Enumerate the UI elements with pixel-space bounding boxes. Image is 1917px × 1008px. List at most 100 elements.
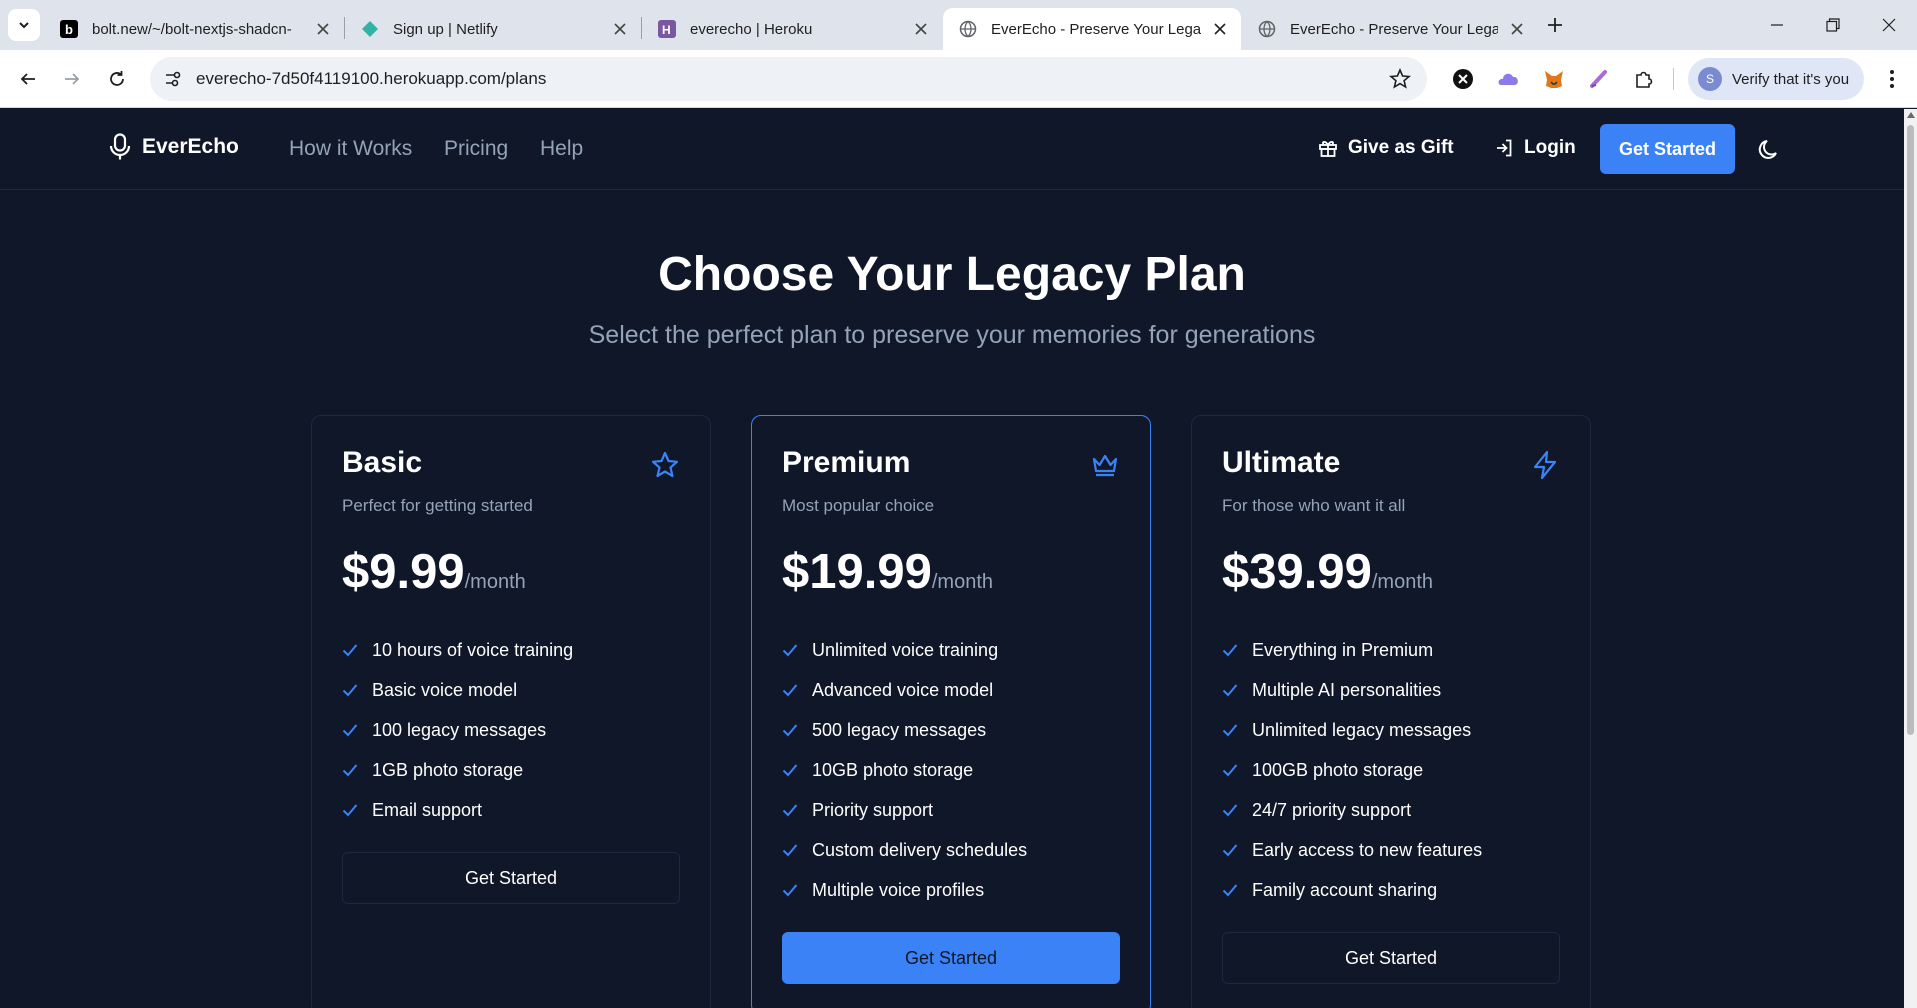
address-bar[interactable]: everecho-7d50f4119100.herokuapp.com/plan… (150, 57, 1427, 101)
nav-how-it-works[interactable]: How it Works (289, 137, 412, 161)
feature-list: Everything in Premium Multiple AI person… (1222, 630, 1482, 910)
back-button[interactable] (12, 63, 44, 95)
header-get-started-button[interactable]: Get Started (1600, 124, 1735, 174)
tab-title: EverEcho - Preserve Your Legacy (1290, 20, 1498, 38)
login-label: Login (1524, 137, 1576, 158)
metamask-fox-icon[interactable] (1541, 66, 1567, 92)
plan-card-premium: Premium Most popular choice $19.99 /mont… (751, 415, 1151, 1008)
premium-get-started-button[interactable]: Get Started (782, 932, 1120, 984)
check-icon (782, 644, 798, 657)
moon-icon[interactable] (1756, 137, 1782, 163)
plan-price-amount: $9.99 (342, 545, 465, 599)
heroku-h-icon: H (658, 20, 676, 38)
feature-item: 500 legacy messages (782, 710, 1027, 750)
close-icon[interactable] (314, 20, 332, 38)
page-subtitle: Select the perfect plan to preserve your… (588, 321, 1316, 349)
more-vertical-icon (1890, 70, 1894, 88)
feature-item: Everything in Premium (1222, 630, 1482, 670)
browser-tab-4-active[interactable]: EverEcho - Preserve Your Legacy (943, 8, 1241, 50)
pen-extension-icon[interactable] (1586, 66, 1612, 92)
brand-logo[interactable]: EverEcho (108, 133, 239, 161)
page-title: Choose Your Legacy Plan (658, 248, 1246, 301)
plan-card-ultimate: Ultimate For those who want it all $39.9… (1191, 415, 1591, 1008)
profile-verify-button[interactable]: S Verify that it's you (1688, 58, 1864, 100)
feature-list: Unlimited voice training Advanced voice … (782, 630, 1027, 910)
feature-item: Basic voice model (342, 670, 573, 710)
verify-label: Verify that it's you (1732, 70, 1850, 88)
ultimate-get-started-button[interactable]: Get Started (1222, 932, 1560, 984)
chevron-down-icon (19, 22, 29, 29)
close-icon[interactable] (912, 20, 930, 38)
extensions-puzzle-icon[interactable] (1631, 66, 1657, 92)
feature-item: 24/7 priority support (1222, 790, 1482, 830)
plan-price: $39.99 /month (1222, 544, 1433, 600)
minimize-button[interactable] (1750, 0, 1804, 50)
browser-tab-1[interactable]: b bolt.new/~/bolt-nextjs-shadcn- (44, 8, 344, 50)
give-as-gift-button[interactable]: Give as Gift (1318, 137, 1454, 159)
check-icon (1222, 844, 1238, 857)
close-window-button[interactable] (1862, 0, 1916, 50)
tab-title: bolt.new/~/bolt-nextjs-shadcn- (92, 20, 292, 38)
url-text[interactable]: everecho-7d50f4119100.herokuapp.com/plan… (196, 69, 546, 89)
feature-item: Unlimited voice training (782, 630, 1027, 670)
x-extension-icon[interactable] (1450, 66, 1476, 92)
nav-help[interactable]: Help (540, 137, 583, 161)
browser-tab-3[interactable]: H everecho | Heroku (642, 8, 942, 50)
scroll-up-arrow-icon[interactable] (1907, 112, 1915, 118)
close-icon[interactable] (1508, 20, 1526, 38)
nav-pricing[interactable]: Pricing (444, 137, 508, 161)
globe-icon (1258, 20, 1276, 38)
svg-text:b: b (65, 22, 73, 37)
feature-item: Custom delivery schedules (782, 830, 1027, 870)
arrow-left-icon (20, 73, 35, 85)
bookmark-star-icon[interactable] (1389, 68, 1411, 90)
close-icon[interactable] (611, 20, 629, 38)
globe-icon (959, 20, 977, 38)
feature-item: 10GB photo storage (782, 750, 1027, 790)
reload-icon (110, 71, 124, 86)
gift-label: Give as Gift (1348, 137, 1454, 158)
plan-price-period: /month (1371, 571, 1434, 593)
microphone-icon (109, 133, 131, 160)
feature-item: Multiple voice profiles (782, 870, 1027, 910)
plan-name: Ultimate (1222, 446, 1341, 479)
feature-item: 10 hours of voice training (342, 630, 573, 670)
feature-item: Unlimited legacy messages (1222, 710, 1482, 750)
plan-price-period: /month (931, 571, 994, 593)
cloud-extension-icon[interactable] (1496, 66, 1522, 92)
plan-price-period: /month (464, 571, 526, 593)
browser-menu-button[interactable] (1878, 65, 1906, 93)
login-icon (1497, 139, 1512, 157)
plan-price-amount: $19.99 (782, 545, 932, 599)
basic-get-started-button[interactable]: Get Started (342, 852, 680, 904)
feature-item: 100GB photo storage (1222, 750, 1482, 790)
feature-item: 1GB photo storage (342, 750, 573, 790)
close-icon[interactable] (1211, 20, 1229, 38)
plan-description: Most popular choice (782, 496, 935, 515)
forward-button[interactable] (56, 63, 88, 95)
page-viewport: EverEcho How it Works Pricing Help Give … (0, 109, 1904, 1008)
browser-tab-2[interactable]: Sign up | Netlify (345, 8, 641, 50)
page-scrollbar[interactable] (1904, 109, 1917, 1008)
scrollbar-thumb[interactable] (1907, 125, 1914, 735)
plan-price-amount: $39.99 (1222, 545, 1372, 599)
tab-search-button[interactable] (8, 9, 40, 41)
new-tab-button[interactable] (1540, 10, 1570, 40)
browser-toolbar: everecho-7d50f4119100.herokuapp.com/plan… (0, 50, 1917, 108)
minimize-icon (1771, 24, 1783, 26)
browser-tab-5[interactable]: EverEcho - Preserve Your Legacy (1242, 8, 1538, 50)
lightning-icon (1533, 450, 1557, 480)
feature-list: 10 hours of voice training Basic voice m… (342, 630, 573, 830)
restore-button[interactable] (1806, 0, 1860, 50)
site-info-icon[interactable] (162, 68, 184, 90)
check-icon (782, 844, 798, 857)
feature-item: Email support (342, 790, 573, 830)
reload-button[interactable] (101, 63, 133, 95)
check-icon (1222, 644, 1238, 657)
plan-card-basic: Basic Perfect for getting started $9.99 … (311, 415, 711, 1008)
feature-item: Advanced voice model (782, 670, 1027, 710)
login-button[interactable]: Login (1494, 137, 1576, 159)
plan-price: $9.99 /month (342, 544, 526, 600)
check-icon (782, 724, 798, 737)
check-icon (1222, 804, 1238, 817)
